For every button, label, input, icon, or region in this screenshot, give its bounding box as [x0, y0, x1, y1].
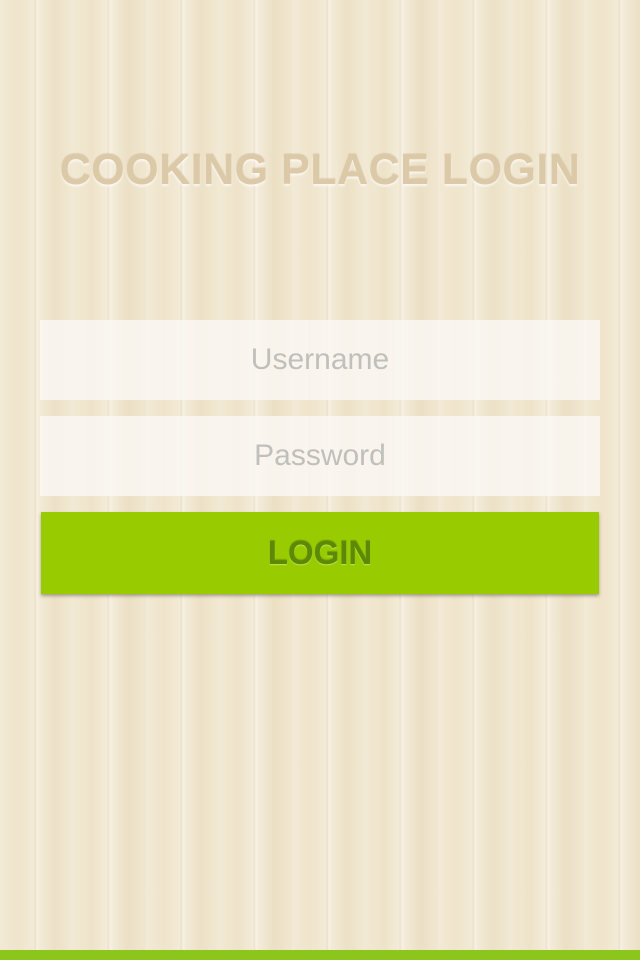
login-screen: COOKING PLACE LOGIN LOGIN — [0, 0, 640, 960]
page-title: COOKING PLACE LOGIN — [59, 146, 581, 194]
username-input[interactable] — [40, 320, 600, 400]
password-input[interactable] — [40, 416, 600, 496]
bottom-accent-bar — [0, 950, 640, 960]
login-button[interactable]: LOGIN — [41, 512, 599, 594]
